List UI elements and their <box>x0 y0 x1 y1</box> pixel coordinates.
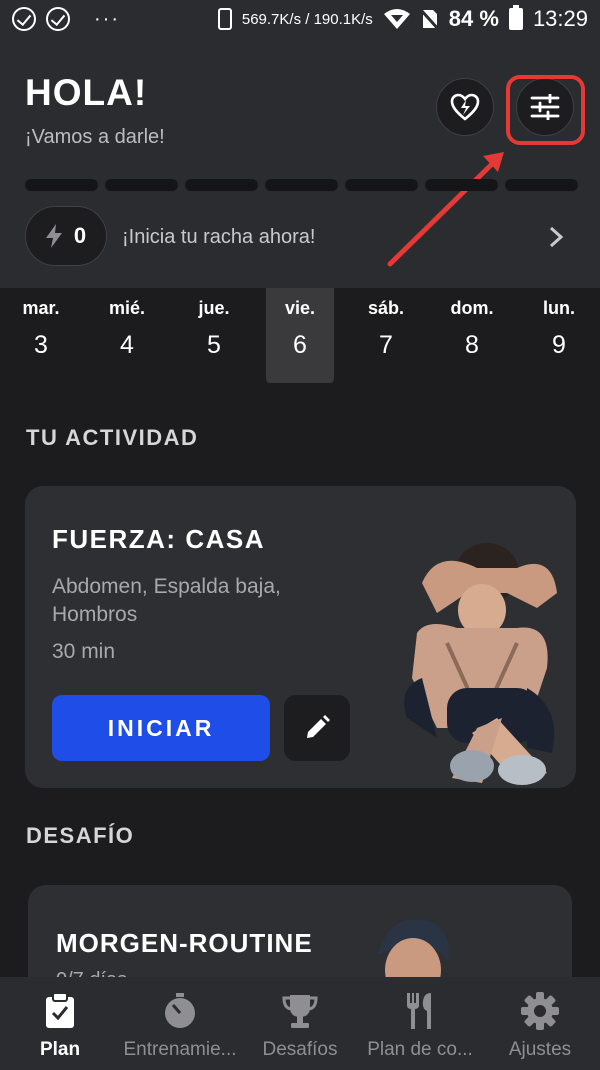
day-name: mar. <box>22 298 60 318</box>
progress-segment <box>505 179 578 191</box>
chevron-right-icon[interactable] <box>546 225 566 249</box>
nav-label: Desafíos <box>262 1039 338 1060</box>
challenge-title: MORGEN-ROUTINE <box>56 928 313 958</box>
day-name: jue. <box>198 298 230 318</box>
day-name: mié. <box>108 298 146 318</box>
nav-settings[interactable]: Ajustes <box>480 977 600 1070</box>
day-number: 3 <box>34 331 48 359</box>
day-item[interactable]: jue. 5 <box>180 288 248 383</box>
battery-percent: 84 % <box>448 6 499 31</box>
pencil-icon <box>307 715 330 738</box>
day-number: 9 <box>552 331 566 359</box>
day-number: 4 <box>120 331 134 359</box>
gear-icon <box>521 992 559 1030</box>
heart-pulse-icon <box>450 93 480 121</box>
day-item-selected[interactable]: vie. 6 <box>266 288 334 383</box>
day-item[interactable]: mié. 4 <box>93 288 161 383</box>
battery-icon <box>508 5 523 30</box>
progress-segment <box>185 179 258 191</box>
workout-illustration <box>404 543 557 785</box>
greeting-subtitle: ¡Vamos a darle! <box>25 126 165 148</box>
week-day-selector: mar. 3 mié. 4 jue. 5 vie. 6 sáb. 7 dom. … <box>0 288 600 384</box>
nav-label: Plan de co... <box>367 1039 473 1060</box>
progress-segment <box>25 179 98 191</box>
nav-plan[interactable]: Plan <box>0 977 120 1070</box>
workout-card[interactable]: FUERZA: CASA Abdomen, Espalda baja, Homb… <box>25 486 576 788</box>
header: HOLA! ¡Vamos a darle! 0 ¡Inicia tu racha… <box>0 38 600 288</box>
nav-challenges[interactable]: Desafíos <box>240 977 360 1070</box>
health-button[interactable] <box>436 78 494 136</box>
day-item[interactable]: lun. 9 <box>525 288 593 383</box>
check-circle-icon <box>12 7 36 31</box>
workout-muscles: Abdomen, Espalda baja, Hombros <box>52 575 281 626</box>
clipboard-icon <box>46 993 74 1028</box>
clock: 13:29 <box>532 6 588 31</box>
weekly-progress-bar <box>25 179 578 191</box>
nav-label: Entrenamie... <box>123 1039 237 1060</box>
nav-label: Ajustes <box>508 1039 572 1060</box>
day-name: vie. <box>284 298 316 318</box>
challenge-section-title: DESAFÍO <box>26 823 135 848</box>
nav-workouts[interactable]: Entrenamie... <box>120 977 240 1070</box>
no-sim-icon <box>420 8 439 30</box>
day-name: dom. <box>450 298 494 318</box>
more-notifications-icon: ··· <box>94 7 120 30</box>
lightning-icon <box>45 224 62 248</box>
nav-meal-plan[interactable]: Plan de co... <box>360 977 480 1070</box>
stopwatch-icon <box>165 993 195 1028</box>
annotation-arrow <box>387 152 504 267</box>
bottom-navigation: Plan Entrenamie... Desafíos Plan de co..… <box>0 977 600 1070</box>
nav-label: Plan <box>39 1039 81 1060</box>
greeting-title: HOLA! <box>25 72 148 113</box>
day-number: 7 <box>379 331 393 359</box>
day-number: 5 <box>207 331 221 359</box>
day-name: lun. <box>543 298 575 318</box>
vibrate-icon <box>217 8 232 30</box>
start-workout-button[interactable]: INICIAR <box>52 695 270 761</box>
highlight-box <box>506 75 585 145</box>
status-bar: ··· 569.7K/s / 190.1K/s 84 % 13:29 <box>0 0 600 38</box>
day-item[interactable]: dom. 8 <box>438 288 506 383</box>
edit-workout-button[interactable] <box>284 695 350 761</box>
day-name: sáb. <box>367 298 405 318</box>
progress-segment <box>345 179 418 191</box>
streak-message[interactable]: ¡Inicia tu racha ahora! <box>122 226 315 249</box>
streak-badge[interactable]: 0 <box>25 206 107 266</box>
trophy-icon <box>282 995 318 1028</box>
activity-section-title: TU ACTIVIDAD <box>26 425 199 450</box>
check-circle-icon <box>46 7 70 31</box>
day-number: 6 <box>293 331 307 359</box>
progress-segment <box>265 179 338 191</box>
progress-segment <box>425 179 498 191</box>
streak-count: 0 <box>73 223 87 248</box>
day-number: 8 <box>465 331 479 359</box>
day-item[interactable]: sáb. 7 <box>352 288 420 383</box>
network-speed: 569.7K/s / 190.1K/s <box>241 10 373 28</box>
workout-duration: 30 min <box>52 640 116 663</box>
fork-knife-icon <box>407 993 431 1029</box>
progress-segment <box>105 179 178 191</box>
day-item[interactable]: mar. 3 <box>7 288 75 383</box>
workout-title: FUERZA: CASA <box>52 524 265 554</box>
wifi-icon <box>383 9 410 29</box>
